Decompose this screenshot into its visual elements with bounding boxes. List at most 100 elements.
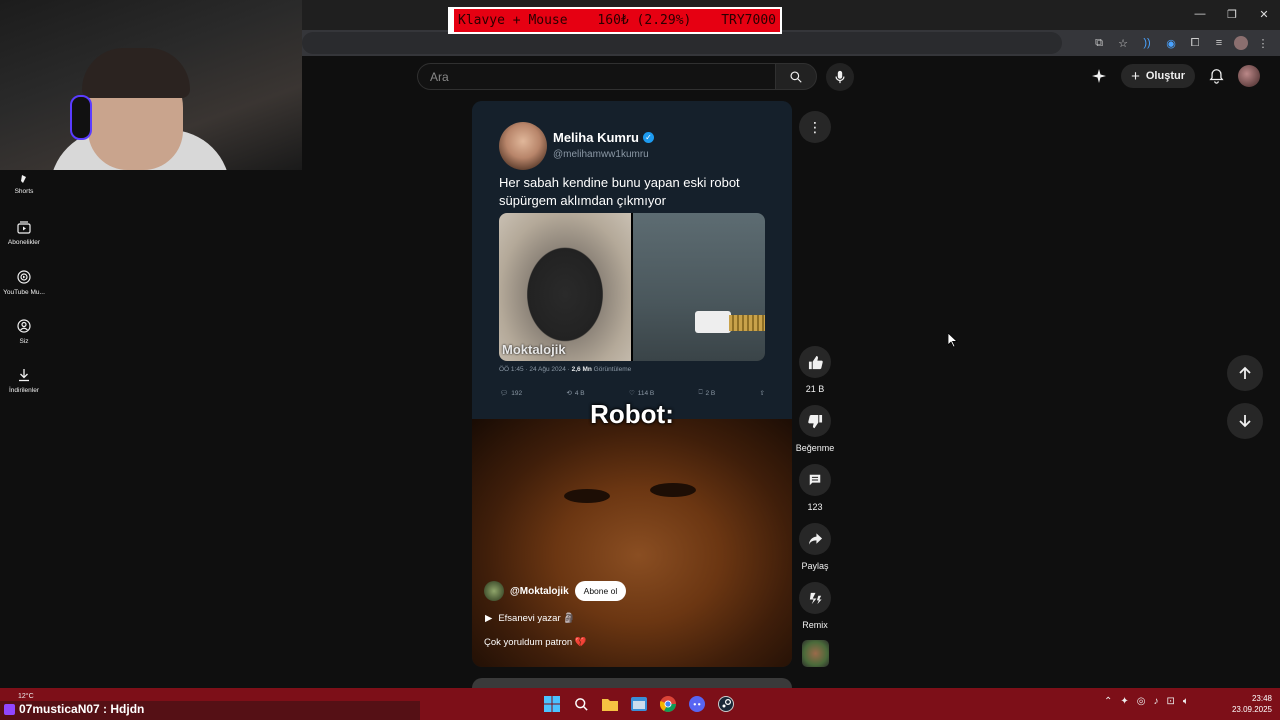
headset-icon [70, 95, 92, 140]
tray-app-icon[interactable]: ✦ [1120, 696, 1128, 707]
notifications-bell-icon[interactable] [1209, 68, 1224, 84]
create-button[interactable]: + Oluştur [1121, 64, 1195, 88]
face-eye-right [650, 483, 696, 497]
plus-icon: + [1131, 67, 1140, 85]
video-description[interactable]: Çok yoruldum patron 💔 [484, 637, 587, 648]
goal-label: Klavye + Mouse [458, 13, 568, 28]
thumbs-down-icon [807, 414, 822, 428]
tray-steam-icon[interactable]: ◎ [1137, 696, 1146, 707]
next-short-button[interactable] [1227, 403, 1263, 439]
remix-label: Remix [802, 620, 828, 630]
create-label: Oluştur [1145, 70, 1185, 82]
bookmark-star-icon[interactable]: ☆ [1114, 34, 1132, 52]
tweet-replies-count: 192 [511, 389, 523, 397]
discord-icon[interactable] [686, 693, 708, 715]
profile-avatar[interactable] [1234, 36, 1248, 50]
dislike-action: Beğenme [795, 405, 835, 453]
more-options-button[interactable]: ⋮ [799, 111, 831, 143]
chrome-menu-icon[interactable]: ⋮ [1254, 34, 1272, 52]
network-icon[interactable]: ⊡ [1167, 696, 1175, 707]
playlist-title: Efsanevi yazar 🗿 [498, 613, 576, 624]
remix-button[interactable] [799, 582, 831, 614]
channel-name[interactable]: @Moktalojik [510, 586, 569, 597]
minimize-button[interactable]: — [1184, 0, 1216, 28]
extensions-puzzle-icon[interactable]: ⧠ [1186, 34, 1204, 52]
app-window-icon[interactable] [628, 693, 650, 715]
tweet-views: 2,6 Mn [571, 366, 592, 373]
tweet-views-label: Görüntüleme [591, 366, 632, 373]
chrome-icon[interactable] [657, 693, 679, 715]
chat-message-text: 07musticaN07 : Hdjdn [19, 702, 145, 716]
tweet-author-name: Meliha Kumru ✓ [553, 130, 654, 145]
playlist-link[interactable]: ▶ Efsanevi yazar 🗿 [485, 613, 575, 624]
header-actions: + Oluştur [1091, 64, 1260, 88]
comment-count: 123 [807, 502, 823, 512]
face-eye-left [564, 489, 610, 503]
like-count: 21 B [805, 384, 825, 394]
account-avatar[interactable] [1238, 65, 1260, 87]
goal-target: TRY7000 [721, 13, 776, 28]
media-control-icon[interactable]: ≡ [1210, 34, 1228, 52]
taskbar-search-icon[interactable] [570, 693, 592, 715]
clock[interactable]: 23:48 23.09.2025 [1232, 693, 1272, 715]
previous-short-button[interactable] [1227, 355, 1263, 391]
tray-mic-icon[interactable]: ♪ [1154, 696, 1159, 707]
subscribe-button[interactable]: Abone ol [574, 581, 627, 601]
cast-icon[interactable]: ⧉ [1090, 34, 1108, 52]
volume-icon[interactable]: 🔈︎ [1183, 696, 1189, 707]
tweet-time: ÖÖ 1:45 · 24 Ağu 2024 · [499, 366, 572, 373]
chevron-up-icon[interactable]: ⌃ [1104, 696, 1112, 707]
video-caption: Robot: [590, 399, 674, 429]
share-label: Paylaş [801, 561, 829, 571]
like-button[interactable] [799, 346, 831, 378]
sound-source-thumbnail[interactable] [802, 640, 829, 667]
sidebar-item-youtube-music[interactable]: YouTube Mu... [0, 258, 48, 307]
tweet-author-avatar [499, 122, 547, 170]
address-bar[interactable] [302, 32, 1062, 54]
sidebar-item-label: İndirilenler [9, 386, 39, 394]
short-video-player[interactable]: Meliha Kumru ✓ @melihamww1kumru Her saba… [472, 101, 792, 667]
channel-info: @Moktalojik Abone ol [484, 581, 627, 601]
sidebar-item-subscriptions[interactable]: Abonelikler [0, 209, 48, 258]
extension-shield-icon[interactable]: ◉ [1162, 34, 1180, 52]
donation-goal-overlay: Klavye + Mouse 160₺ (2.29%) TRY7000 [448, 7, 782, 34]
extension-audio-icon[interactable]: )) [1138, 34, 1156, 52]
search-input[interactable] [417, 63, 775, 90]
file-explorer-icon[interactable] [599, 693, 621, 715]
search-box [417, 63, 817, 90]
clock-time: 23:48 [1251, 694, 1272, 703]
webcam-person-hair [82, 48, 190, 98]
plug-shape [695, 311, 731, 333]
goal-amount: 160₺ (2.29%) [597, 13, 692, 28]
tweet-replies: 💬︎ 192 [500, 389, 523, 398]
share-button[interactable] [799, 523, 831, 555]
tweet-image: Moktalojik [499, 213, 765, 361]
windows-start-icon[interactable] [541, 693, 563, 715]
sidebar-item-label: Siz [19, 337, 29, 345]
tweet-text: Her sabah kendine bunu yapan eski robot … [499, 175, 740, 208]
sidebar-item-downloads[interactable]: İndirilenler [0, 356, 48, 405]
close-button[interactable]: ✕ [1248, 0, 1280, 28]
voice-search-button[interactable] [826, 63, 854, 91]
channel-avatar[interactable] [484, 581, 504, 601]
sidebar-item-you[interactable]: Siz [0, 307, 48, 356]
tweet-likes-count: 114 B [637, 389, 655, 397]
tweet-retweets: ⟲ 4 B [566, 389, 584, 398]
weather-widget[interactable]: 12°C [18, 693, 34, 700]
dislike-button[interactable] [799, 405, 831, 437]
share-arrow-icon [808, 533, 822, 545]
shorts-icon [21, 174, 26, 183]
download-icon [19, 368, 29, 381]
reply-icon: 💬︎ [500, 390, 509, 397]
sidebar-item-shorts[interactable]: Shorts [0, 160, 48, 209]
gemini-sparkle-icon[interactable] [1091, 68, 1107, 84]
remix-action: Remix [795, 582, 835, 630]
comments-button[interactable] [799, 464, 831, 496]
tweet-screenshot: Meliha Kumru ✓ @melihamww1kumru Her saba… [472, 101, 792, 419]
steam-icon[interactable] [715, 693, 737, 715]
comments-action: 123 [795, 464, 835, 512]
search-button[interactable] [775, 63, 817, 90]
system-tray: ⌃ ✦ ◎ ♪ ⊡ 🔈︎ [1104, 696, 1189, 707]
tube-shape [729, 315, 765, 331]
maximize-button[interactable]: ❐ [1216, 0, 1248, 28]
